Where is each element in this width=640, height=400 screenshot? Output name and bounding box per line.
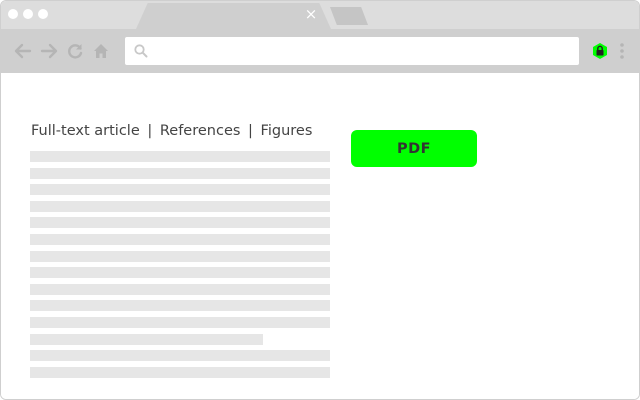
address-input[interactable] <box>155 41 565 61</box>
close-window-dot[interactable] <box>8 9 18 19</box>
placeholder-text-line <box>30 267 330 279</box>
nav-separator: | <box>248 123 253 139</box>
page-content: Full-text article | References | Figures… <box>1 73 639 399</box>
placeholder-text-line <box>30 167 330 179</box>
reload-icon[interactable] <box>65 41 85 61</box>
placeholder-text-line <box>30 366 330 378</box>
tab-strip: × <box>1 1 639 29</box>
more-menu-icon[interactable] <box>618 42 626 60</box>
placeholder-text-line <box>30 151 330 162</box>
link-full-text-article[interactable]: Full-text article <box>31 123 140 139</box>
back-arrow-icon[interactable] <box>13 41 33 61</box>
browser-window: × Full-text article | References | Figur… <box>0 0 640 400</box>
placeholder-text-line <box>30 217 330 229</box>
placeholder-text-line <box>30 333 263 345</box>
maximize-window-dot[interactable] <box>38 9 48 19</box>
address-bar[interactable] <box>125 37 579 65</box>
placeholder-text-line <box>30 350 330 362</box>
pdf-button[interactable]: PDF <box>351 130 477 167</box>
placeholder-text-line <box>30 200 330 212</box>
link-references[interactable]: References <box>160 123 241 139</box>
placeholder-text-block <box>30 151 330 383</box>
forward-arrow-icon[interactable] <box>39 41 59 61</box>
placeholder-text-line <box>30 283 330 295</box>
nav-separator: | <box>147 123 153 139</box>
active-tab[interactable] <box>136 3 331 29</box>
placeholder-text-line <box>30 300 330 312</box>
search-icon <box>133 43 149 59</box>
placeholder-text-line <box>30 233 330 245</box>
article-nav: Full-text article | References | Figures <box>31 123 312 143</box>
minimize-window-dot[interactable] <box>23 9 33 19</box>
placeholder-text-line <box>30 250 330 262</box>
link-figures[interactable]: Figures <box>261 123 313 139</box>
tab-close-icon[interactable]: × <box>303 6 319 22</box>
new-tab-button[interactable] <box>330 7 368 25</box>
browser-toolbar <box>1 29 639 73</box>
lock-extension-icon[interactable] <box>591 42 609 60</box>
placeholder-text-line <box>30 184 330 196</box>
placeholder-text-line <box>30 316 330 328</box>
home-icon[interactable] <box>91 41 111 61</box>
